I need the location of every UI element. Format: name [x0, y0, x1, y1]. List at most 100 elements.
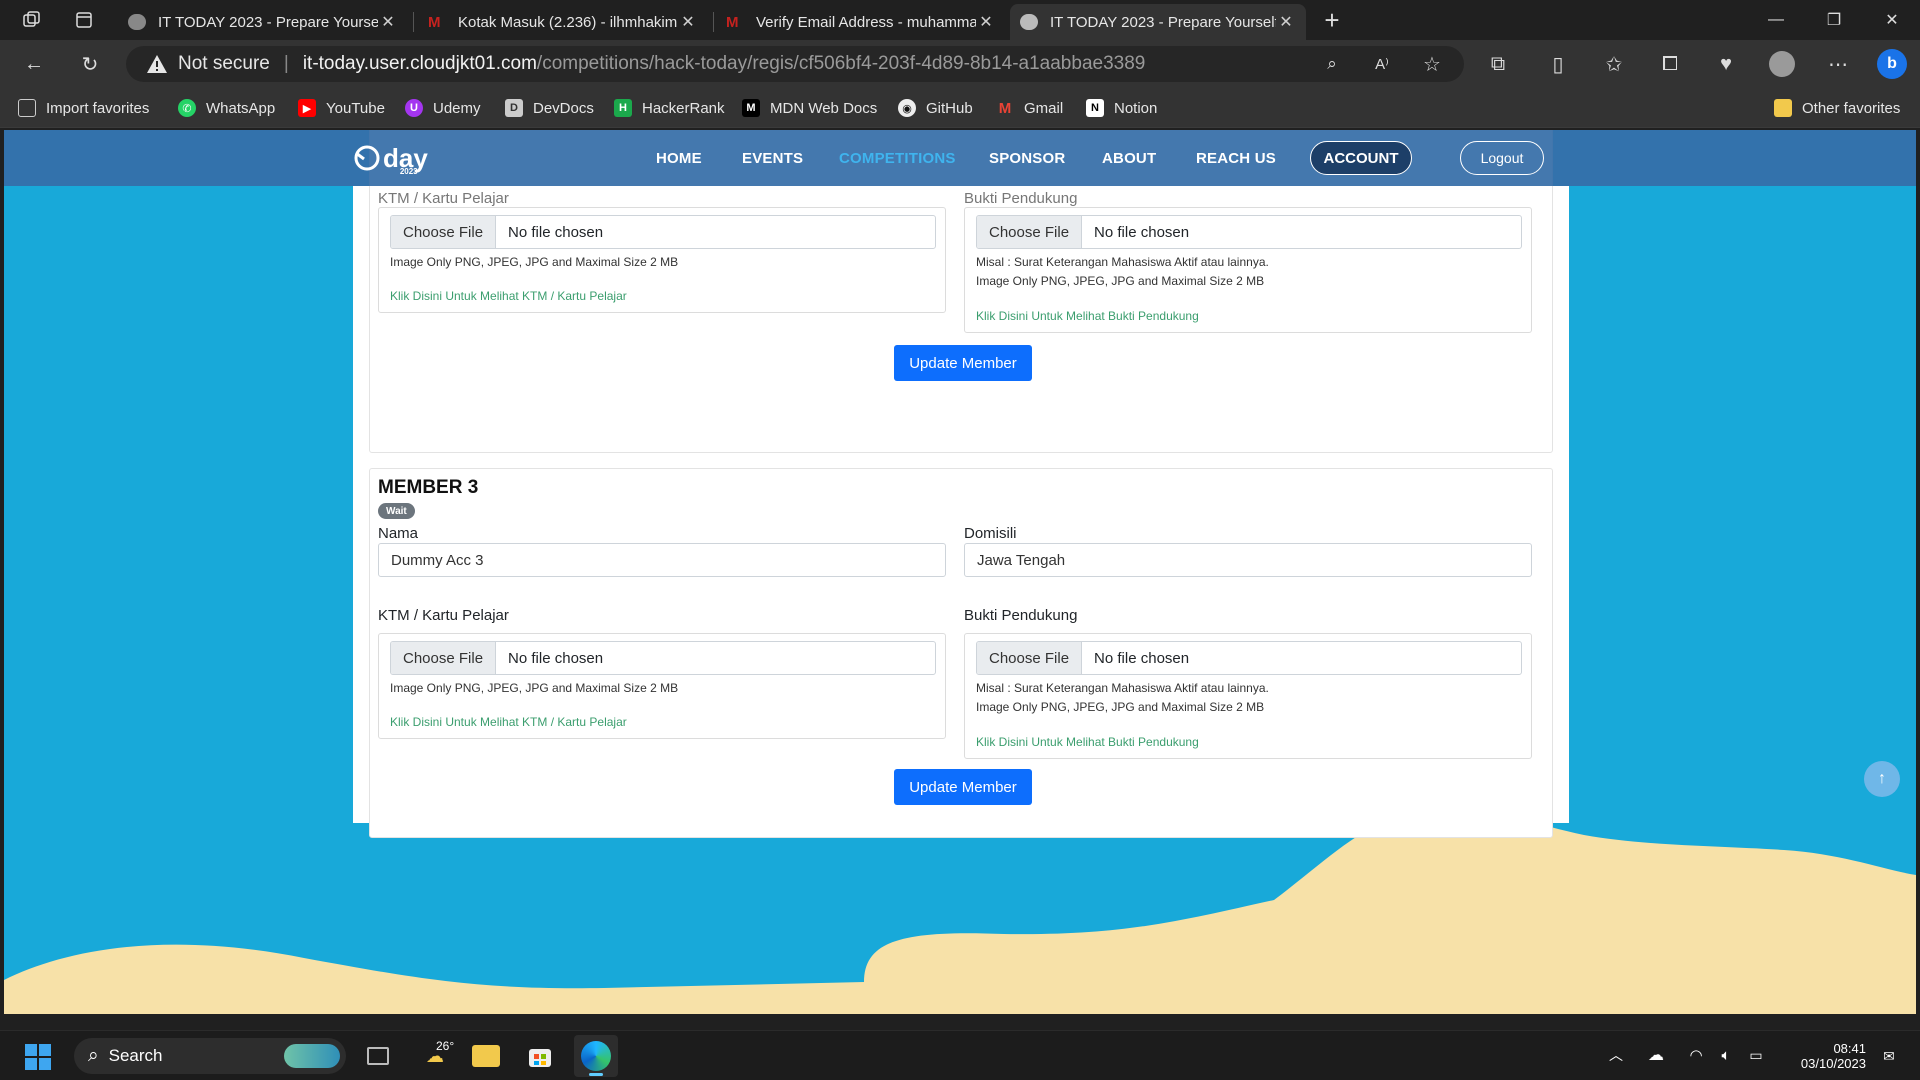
choose-file-button[interactable]: Choose File — [977, 642, 1083, 674]
nama-input[interactable]: Dummy Acc 3 — [378, 543, 946, 577]
not-secure-label[interactable]: Not secure — [178, 53, 270, 75]
windows-start-icon[interactable] — [24, 1043, 52, 1071]
browser-essentials-icon[interactable]: ♥ — [1710, 48, 1742, 80]
fav-other-favorites[interactable]: Other favorites — [1774, 98, 1900, 118]
member-3-card: MEMBER 3 Wait Nama Dummy Acc 3 Domisili … — [369, 468, 1553, 838]
bukti-hint: Image Only PNG, JPEG, JPG and Maximal Si… — [976, 274, 1265, 288]
bukti-hint-example: Misal : Surat Keterangan Mahasiswa Aktif… — [976, 255, 1269, 269]
ktm-label: KTM / Kartu Pelajar — [378, 190, 509, 207]
logout-button[interactable]: Logout — [1460, 141, 1544, 175]
microsoft-store-icon[interactable] — [524, 1041, 556, 1071]
nav-about[interactable]: ABOUT — [1102, 150, 1156, 167]
split-screen-icon[interactable]: ▯ — [1542, 48, 1574, 80]
file-status: No file chosen — [508, 223, 604, 241]
ktm-file-input[interactable]: Choose File No file chosen — [390, 215, 936, 249]
collections-icon[interactable]: ⧠ — [1654, 48, 1686, 80]
update-member-button[interactable]: Update Member — [894, 769, 1032, 805]
ktm-upload-block: Choose File No file chosen Image Only PN… — [378, 633, 946, 739]
url-path: /competitions/hack-today/regis/cf506bf4-… — [536, 53, 1146, 74]
bukti-file-input[interactable]: Choose File No file chosen — [976, 641, 1522, 675]
view-ktm-link[interactable]: Klik Disini Untuk Melihat KTM / Kartu Pe… — [390, 289, 627, 303]
view-bukti-link[interactable]: Klik Disini Untuk Melihat Bukti Pendukun… — [976, 309, 1199, 323]
copilot-icon[interactable]: b — [1876, 48, 1908, 80]
fav-mdn[interactable]: M MDN Web Docs — [742, 98, 877, 118]
workspaces-icon[interactable] — [16, 4, 48, 36]
domisili-value: Jawa Tengah — [977, 551, 1066, 569]
close-tab-icon[interactable]: ✕ — [378, 12, 398, 32]
ktm-file-input[interactable]: Choose File No file chosen — [390, 641, 936, 675]
volume-icon[interactable]: 🔈︎ — [1714, 1045, 1738, 1065]
bukti-label: Bukti Pendukung — [964, 190, 1078, 207]
favorites-icon[interactable]: ✩ — [1598, 48, 1630, 80]
file-explorer-icon[interactable] — [470, 1041, 502, 1071]
choose-file-button[interactable]: Choose File — [977, 216, 1083, 248]
favorite-star-icon[interactable]: ☆ — [1416, 48, 1448, 80]
minimize-icon[interactable]: — — [1748, 0, 1804, 40]
browser-tab-strip: IT TODAY 2023 - Prepare Yourself ✕ M Kot… — [0, 0, 1920, 40]
close-tab-icon[interactable]: ✕ — [976, 12, 996, 32]
update-member-button[interactable]: Update Member — [894, 345, 1032, 381]
read-aloud-icon[interactable]: A⁾ — [1366, 48, 1398, 80]
fav-import-favorites[interactable]: Import favorites — [18, 98, 149, 118]
address-bar[interactable]: Not secure | it-today.user.cloudjkt01.co… — [126, 46, 1464, 82]
close-tab-icon[interactable]: ✕ — [1276, 12, 1296, 32]
tab-actions-icon[interactable] — [68, 4, 100, 36]
back-icon[interactable]: ← — [18, 48, 50, 80]
new-tab-icon[interactable]: + — [1316, 4, 1348, 36]
task-view-icon[interactable] — [364, 1042, 392, 1070]
taskbar-search[interactable]: ⌕ Search — [74, 1038, 346, 1074]
battery-icon[interactable]: ▭ — [1744, 1045, 1768, 1065]
fav-youtube[interactable]: ▶ YouTube — [298, 98, 385, 118]
bukti-file-input[interactable]: Choose File No file chosen — [976, 215, 1522, 249]
profile-avatar-icon[interactable] — [1766, 48, 1798, 80]
close-tab-icon[interactable]: ✕ — [678, 12, 698, 32]
fav-gmail[interactable]: M Gmail — [996, 98, 1063, 118]
clock[interactable]: 08:41 03/10/2023 — [1780, 1036, 1866, 1076]
nama-value: Dummy Acc 3 — [391, 551, 484, 569]
file-status: No file chosen — [1094, 223, 1190, 241]
close-window-icon[interactable]: ✕ — [1864, 0, 1920, 40]
fav-notion[interactable]: N Notion — [1086, 98, 1157, 118]
it-today-logo[interactable]: day 2023 — [352, 138, 428, 178]
nav-competitions[interactable]: COMPETITIONS — [839, 150, 956, 167]
registration-panel: KTM / Kartu Pelajar Bukti Pendukung Choo… — [353, 130, 1569, 838]
wifi-icon[interactable]: ◠ — [1684, 1045, 1708, 1065]
scroll-to-top-icon[interactable]: ↑ — [1864, 761, 1900, 797]
notifications-icon[interactable]: ✉ — [1878, 1045, 1900, 1067]
ktm-label: KTM / Kartu Pelajar — [378, 607, 509, 624]
restore-icon[interactable]: ❐ — [1806, 0, 1862, 40]
file-status: No file chosen — [1094, 649, 1190, 667]
nav-home[interactable]: HOME — [656, 150, 702, 167]
extensions-icon[interactable]: ⧉ — [1482, 48, 1514, 80]
domisili-input[interactable]: Jawa Tengah — [964, 543, 1532, 577]
tab-verify-email[interactable]: M Verify Email Address - muhammad ✕ — [716, 4, 1006, 40]
view-ktm-link[interactable]: Klik Disini Untuk Melihat KTM / Kartu Pe… — [390, 715, 627, 729]
fav-udemy[interactable]: U Udemy — [405, 98, 481, 118]
tab-gmail-inbox[interactable]: M Kotak Masuk (2.236) - ilhmhakim ✕ — [418, 4, 708, 40]
nav-events[interactable]: EVENTS — [742, 150, 803, 167]
edge-taskbar-icon[interactable] — [574, 1035, 618, 1077]
fav-devdocs[interactable]: D DevDocs — [505, 98, 594, 118]
ktm-upload-block: Choose File No file chosen Image Only PN… — [378, 207, 946, 313]
tab-it-today-1[interactable]: IT TODAY 2023 - Prepare Yourself ✕ — [118, 4, 408, 40]
temperature: 26° — [436, 1039, 455, 1053]
refresh-icon[interactable]: ↻ — [74, 48, 106, 80]
logo-year: 2023 — [399, 166, 418, 176]
gmail-icon: M — [428, 14, 441, 31]
view-bukti-link[interactable]: Klik Disini Untuk Melihat Bukti Pendukun… — [976, 735, 1199, 749]
nav-reach-us[interactable]: REACH US — [1196, 150, 1276, 167]
choose-file-button[interactable]: Choose File — [391, 216, 497, 248]
weather-widget[interactable]: ☁ 26° — [414, 1037, 456, 1075]
nav-sponsor[interactable]: SPONSOR — [989, 150, 1065, 167]
show-hidden-icons-chevron-icon[interactable]: ︿ — [1606, 1045, 1626, 1065]
choose-file-button[interactable]: Choose File — [391, 642, 497, 674]
onedrive-icon[interactable]: ☁ — [1644, 1045, 1668, 1065]
fav-hackerrank[interactable]: H HackerRank — [614, 98, 725, 118]
settings-more-icon[interactable]: ⋯ — [1822, 48, 1854, 80]
fav-github[interactable]: ◉ GitHub — [898, 98, 973, 118]
import-icon — [18, 99, 36, 117]
account-button[interactable]: ACCOUNT — [1310, 141, 1412, 175]
fav-whatsapp[interactable]: ✆ WhatsApp — [178, 98, 275, 118]
zoom-icon[interactable]: ⌕ — [1316, 48, 1348, 80]
tab-it-today-active[interactable]: IT TODAY 2023 - Prepare Yourself ✕ — [1010, 4, 1306, 40]
